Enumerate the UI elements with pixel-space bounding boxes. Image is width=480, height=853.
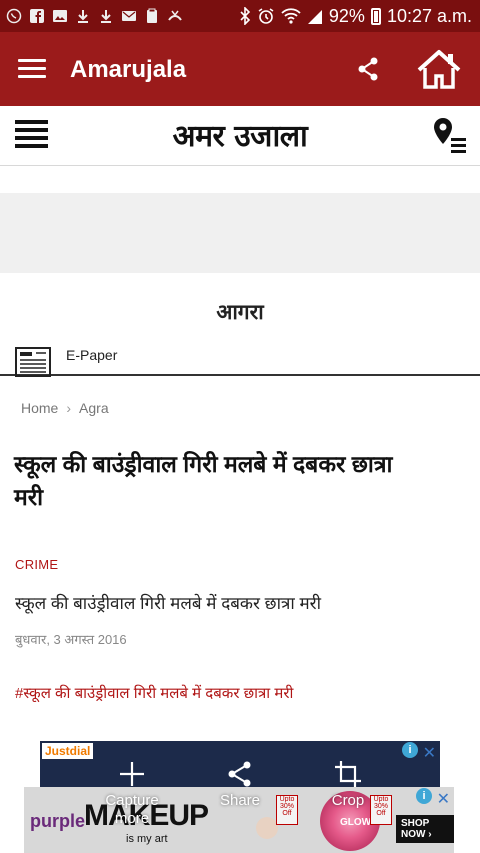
bluetooth-icon: [240, 7, 251, 25]
clock: 10:27 a.m.: [386, 5, 472, 26]
site-menu-icon[interactable]: [15, 120, 48, 154]
share-icon[interactable]: [356, 56, 380, 82]
justdial-logo: Justdial: [42, 743, 94, 759]
share-button[interactable]: Share: [190, 760, 290, 810]
download-icon: [78, 10, 88, 23]
city-title: आगरा: [216, 301, 264, 324]
ad-placeholder: [0, 193, 480, 273]
crop-icon: [335, 761, 361, 787]
newspaper-icon: [15, 347, 51, 377]
crop-label: Crop: [331, 792, 365, 809]
article-hashtag[interactable]: #स्कूल की बाउंड्रीवाल गिरी मलबे में दबकर…: [15, 683, 293, 703]
battery-icon: [370, 7, 381, 25]
capture-label-2: more: [114, 810, 150, 827]
menu-icon[interactable]: [18, 59, 46, 79]
battery-percent: 92%: [328, 5, 365, 26]
site-logo[interactable]: अमर उजाला: [140, 114, 340, 155]
whatsapp-icon: [6, 8, 22, 24]
article-summary: स्कूल की बाउंड्रीवाल गिरी मलबे में दबकर …: [15, 594, 322, 613]
wifi-icon: [281, 8, 301, 24]
app-title: Amarujala: [70, 56, 187, 83]
status-right: 92% 10:27 a.m.: [239, 0, 472, 32]
breadcrumb-separator: ›: [66, 400, 72, 416]
clipboard-icon: [147, 8, 157, 23]
article-headline: स्कूल की बाउंड्रीवाल गिरी मलबे में दबकर …: [14, 448, 470, 514]
location-icon[interactable]: [432, 116, 468, 154]
breadcrumb-current[interactable]: Agra: [79, 400, 109, 416]
share-icon: [228, 761, 251, 787]
share-label: Share: [219, 792, 261, 809]
app-bar: Amarujala: [0, 32, 480, 106]
epaper-bar[interactable]: E-Paper: [0, 340, 480, 377]
capture-more-button[interactable]: Capture more: [82, 760, 182, 828]
download-icon: [101, 10, 111, 23]
category-label[interactable]: CRIME: [15, 557, 58, 572]
plus-icon: [120, 762, 144, 786]
home-icon[interactable]: [416, 48, 462, 90]
mail-icon: [122, 11, 136, 21]
alarm-icon: [258, 8, 274, 24]
site-header: अमर उजाला: [0, 106, 480, 166]
screen: 92% 10:27 a.m. Amarujala अमर उजाला आगरा: [0, 0, 480, 853]
voicemail-icon: [168, 10, 182, 21]
article-date: बुधवार, 3 अगस्त 2016: [15, 632, 127, 647]
screenshot-toolbar: Capture more Share Crop: [0, 760, 480, 853]
breadcrumb-home[interactable]: Home: [21, 400, 58, 416]
breadcrumb: Home › Agra: [21, 400, 109, 416]
facebook-icon: [30, 9, 44, 23]
ad-info-icon[interactable]: i: [402, 742, 418, 758]
status-bar: 92% 10:27 a.m.: [0, 0, 480, 32]
epaper-label[interactable]: E-Paper: [66, 347, 117, 363]
headline-line-1: स्कूल की बाउंड्रीवाल गिरी मलबे में दबकर …: [14, 451, 393, 477]
crop-button[interactable]: Crop: [298, 760, 398, 810]
notification-icons: [0, 8, 183, 24]
image-icon: [53, 10, 67, 22]
capture-label-1: Capture: [105, 792, 159, 809]
headline-line-2: मरी: [14, 484, 44, 510]
signal-icon: [307, 10, 322, 24]
